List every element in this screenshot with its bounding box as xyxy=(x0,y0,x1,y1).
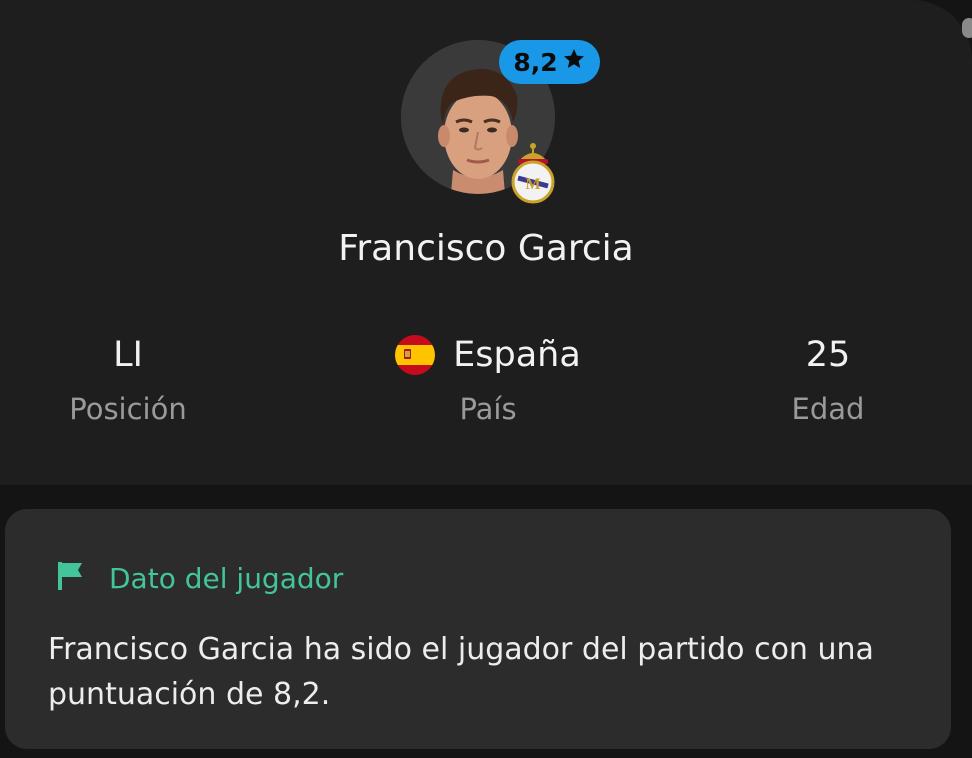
age-label: Edad xyxy=(791,392,865,426)
rating-value: 8,2 xyxy=(513,47,558,77)
position-label: Posición xyxy=(69,392,187,426)
position-value-text: LI xyxy=(113,335,143,375)
fact-header: Dato del jugador xyxy=(55,559,343,598)
star-icon xyxy=(562,47,586,77)
country-name: España xyxy=(453,335,581,375)
player-screen: 8,2 M Francisco Garcia LI Posición Españ… xyxy=(0,0,972,758)
player-name: Francisco Garcia xyxy=(338,228,634,269)
rating-badge: 8,2 xyxy=(499,40,600,84)
stat-country[interactable]: España País xyxy=(338,332,638,426)
flag-icon xyxy=(55,559,85,598)
scroll-indicator xyxy=(962,18,972,38)
spain-flag-icon xyxy=(395,335,436,375)
fact-title: Dato del jugador xyxy=(109,562,344,595)
real-madrid-crest-icon: M xyxy=(508,140,558,204)
country-value: España xyxy=(338,332,638,378)
player-fact-card: Dato del jugador Francisco Garcia ha sid… xyxy=(5,509,951,749)
stat-age: 25 Edad xyxy=(678,332,972,426)
svg-text:M: M xyxy=(525,176,540,193)
position-value: LI xyxy=(0,332,278,378)
country-label: País xyxy=(459,392,517,426)
fact-text: Francisco Garcia ha sido el jugador del … xyxy=(48,632,874,712)
stat-position: LI Posición xyxy=(0,332,278,426)
player-header-card: 8,2 M Francisco Garcia LI Posición Españ… xyxy=(0,0,972,485)
age-value: 25 xyxy=(678,332,972,378)
age-value-text: 25 xyxy=(805,335,851,375)
